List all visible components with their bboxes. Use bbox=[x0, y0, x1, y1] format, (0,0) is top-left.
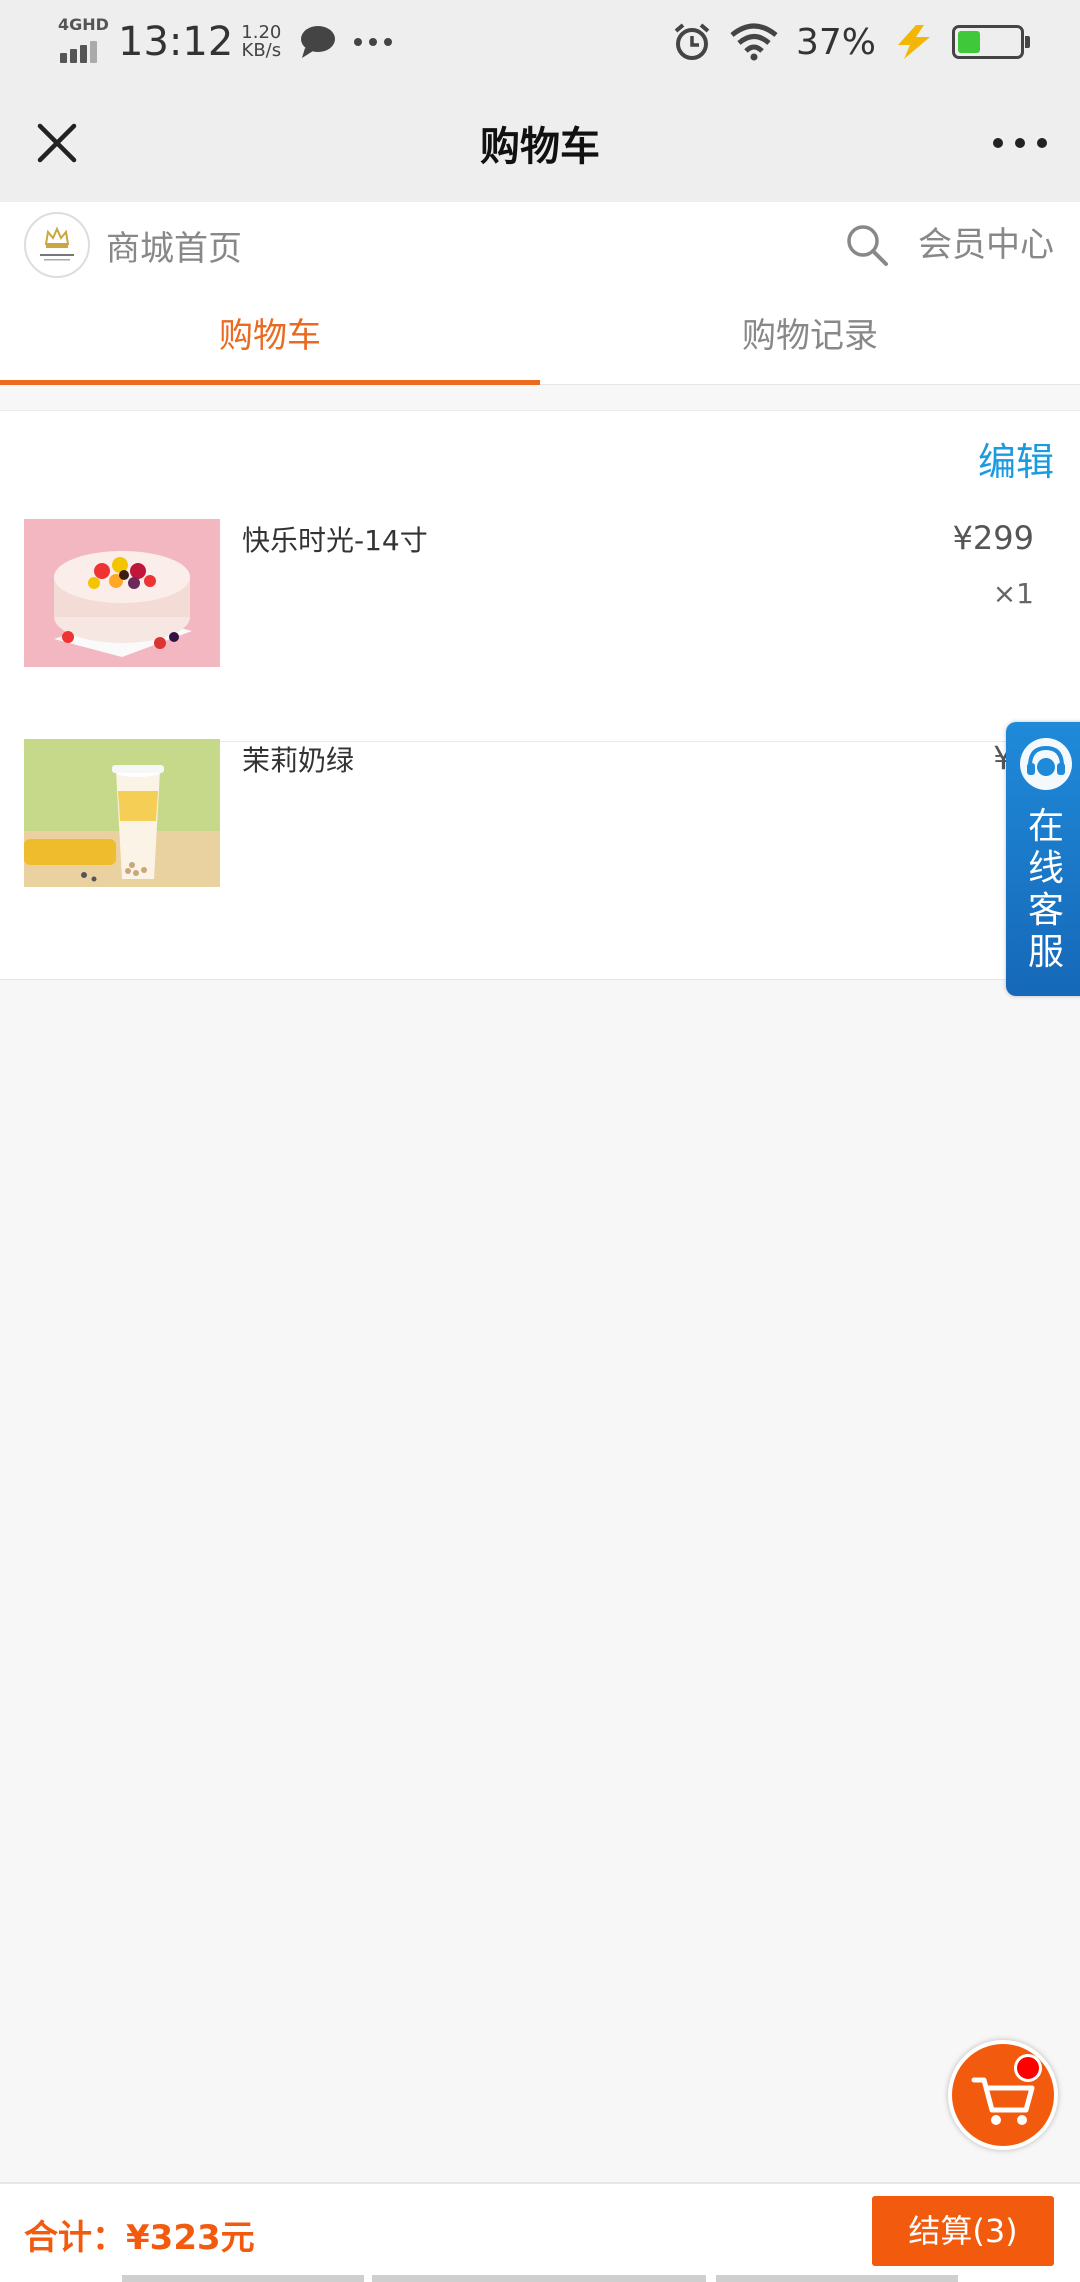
edit-button[interactable]: 编辑 bbox=[978, 431, 1054, 486]
page-title: 购物车 bbox=[480, 124, 600, 170]
checkout-button[interactable]: 结算(3) bbox=[872, 2196, 1054, 2266]
cake-image bbox=[24, 519, 220, 667]
battery-icon bbox=[952, 25, 1030, 59]
cart-item[interactable]: 快乐时光-14寸 ¥299 ×1 bbox=[24, 519, 1080, 755]
clock: 13:12 bbox=[118, 19, 234, 65]
shop-home-link[interactable]: 商城首页 bbox=[106, 221, 242, 270]
online-service-button[interactable]: 在线客服 bbox=[1006, 722, 1080, 996]
title-bar: 购物车 bbox=[0, 84, 1080, 202]
network-label: 4GHD bbox=[58, 15, 109, 34]
system-nav-bar bbox=[0, 2274, 1080, 2282]
item-name: 茉莉奶绿 bbox=[242, 744, 355, 777]
more-dots-icon bbox=[354, 38, 393, 46]
tab-bar: 购物车 购物记录 bbox=[0, 288, 1080, 385]
search-icon[interactable] bbox=[844, 222, 890, 268]
total-label: 合计： bbox=[24, 2218, 126, 2258]
item-name: 快乐时光-14寸 bbox=[242, 524, 428, 557]
cart-badge bbox=[1014, 2054, 1042, 2082]
shop-logo[interactable] bbox=[24, 212, 90, 278]
speed-unit: KB/s bbox=[241, 40, 282, 61]
crown-icon bbox=[28, 216, 86, 274]
signal-icon: 4GHD bbox=[58, 15, 109, 65]
online-service-label: 在线客服 bbox=[1027, 806, 1064, 973]
item-quantity: ×1 bbox=[992, 577, 1034, 610]
charging-icon bbox=[898, 25, 930, 59]
shop-header: 商城首页 会员中心 bbox=[0, 202, 1080, 288]
tab-cart[interactable]: 购物车 bbox=[0, 288, 540, 384]
milk-tea-image bbox=[24, 739, 220, 887]
total-amount: ¥323元 bbox=[126, 2218, 255, 2258]
battery-fill bbox=[958, 31, 981, 53]
member-center-link[interactable]: 会员中心 bbox=[918, 202, 1054, 288]
chat-bubble-icon bbox=[301, 26, 336, 58]
more-icon[interactable] bbox=[980, 108, 1060, 178]
cart-item[interactable]: 茉莉奶绿 ¥1 × bbox=[24, 739, 1080, 975]
wifi-icon bbox=[730, 23, 778, 61]
status-bar: 4GHD 13:12 1.20 KB/s 37% bbox=[0, 0, 1080, 84]
close-icon[interactable] bbox=[22, 108, 92, 178]
cart-list: 编辑 快乐时光-14寸 ¥299 ×1 茉莉奶绿 bbox=[0, 410, 1080, 980]
headset-icon bbox=[1020, 738, 1072, 790]
checkout-bar: 合计： ¥323元 结算(3) bbox=[0, 2182, 1080, 2282]
active-tab-indicator bbox=[0, 380, 540, 385]
network-speed: 1.20 KB/s bbox=[241, 24, 281, 60]
tab-purchase-history[interactable]: 购物记录 bbox=[540, 288, 1080, 384]
floating-cart-button[interactable] bbox=[948, 2040, 1058, 2150]
alarm-icon bbox=[674, 23, 710, 60]
battery-percent: 37% bbox=[795, 21, 876, 63]
item-price: ¥299 bbox=[952, 519, 1034, 557]
